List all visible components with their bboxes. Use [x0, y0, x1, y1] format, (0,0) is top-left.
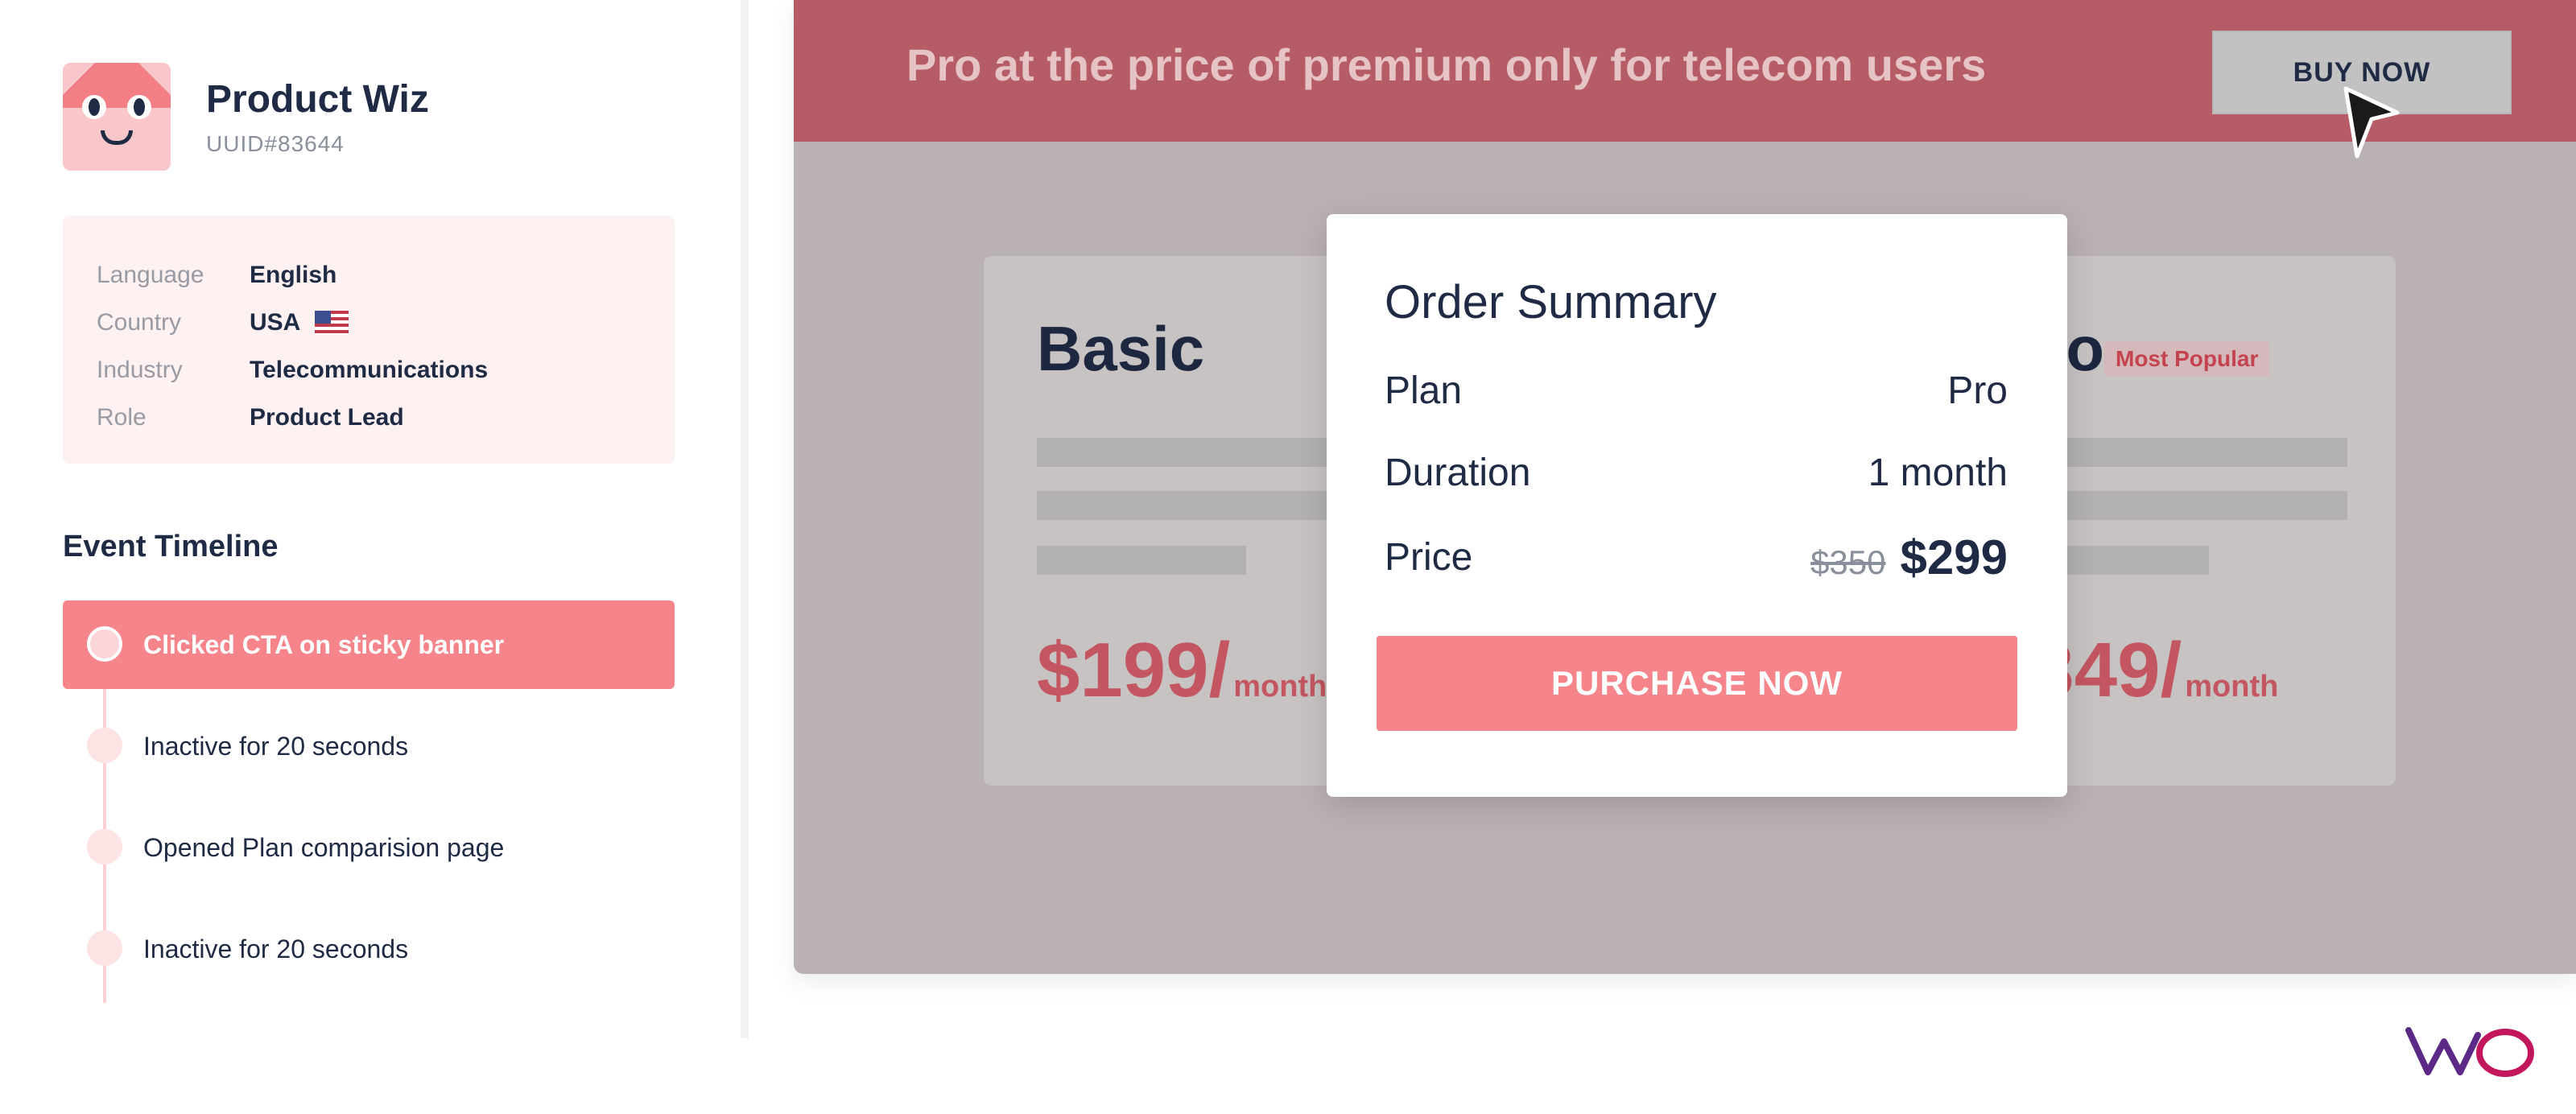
visitor-profile-panel: Product Wiz UUID#83644 Language English …	[0, 0, 741, 1038]
summary-row-price: Price $350 $299	[1385, 530, 2008, 585]
attribute-value: English	[250, 261, 337, 288]
attribute-value: Product Lead	[250, 403, 404, 431]
attribute-value: Telecommunications	[250, 356, 489, 383]
discounted-price: $299	[1900, 530, 2008, 584]
price-unit: month	[2185, 670, 2279, 703]
summary-label: Price	[1385, 536, 1473, 579]
cat-avatar-icon	[63, 63, 171, 171]
panel-divider	[741, 0, 749, 1038]
summary-value: Pro	[1947, 369, 2008, 412]
us-flag-icon	[315, 310, 349, 335]
timeline-event[interactable]: Inactive for 20 seconds	[63, 702, 675, 790]
original-price: $350	[1810, 543, 1886, 581]
attribute-value: USA	[250, 308, 301, 336]
sticky-banner: Pro at the price of premium only for tel…	[794, 0, 2576, 142]
summary-label: Duration	[1385, 452, 1531, 494]
timeline-dot-icon	[87, 728, 122, 763]
website-preview: Pro at the price of premium only for tel…	[794, 0, 2576, 974]
attribute-row-country: Country USA	[97, 299, 641, 346]
banner-text: Pro at the price of premium only for tel…	[906, 39, 1987, 90]
timeline-event-label: Opened Plan comparision page	[143, 832, 505, 862]
order-summary-modal: Order Summary Plan Pro Duration 1 month …	[1327, 214, 2067, 797]
timeline-event-active[interactable]: Clicked CTA on sticky banner	[63, 600, 675, 689]
most-popular-badge: Most Popular	[2104, 341, 2270, 377]
attribute-label: Language	[97, 261, 204, 288]
event-timeline: Clicked CTA on sticky banner Inactive fo…	[63, 600, 675, 1006]
timeline-dot-icon	[87, 829, 122, 864]
summary-label: Plan	[1385, 369, 1463, 412]
price-amount: $199/	[1037, 627, 1231, 713]
plan-title: Basic	[1037, 313, 1205, 384]
attribute-label: Country	[97, 308, 182, 336]
timeline-dot-icon	[87, 626, 122, 662]
summary-row-duration: Duration 1 month	[1385, 451, 2008, 495]
attribute-label: Role	[97, 403, 147, 431]
placeholder-bar	[1037, 546, 1246, 575]
timeline-dot-icon	[87, 930, 122, 966]
attribute-row-role: Role Product Lead	[97, 394, 641, 441]
mouse-cursor-icon	[2343, 86, 2400, 159]
summary-value: 1 month	[1868, 452, 2008, 494]
timeline-event[interactable]: Inactive for 20 seconds	[63, 905, 675, 993]
summary-row-plan: Plan Pro	[1385, 369, 2008, 413]
attribute-row-language: Language English	[97, 251, 641, 299]
visitor-attributes-card: Language English Country USA Industry Te…	[63, 216, 675, 464]
vwo-logo	[2405, 1027, 2534, 1077]
profile-uuid: UUID#83644	[206, 130, 345, 156]
timeline-event-label: Inactive for 20 seconds	[143, 934, 409, 963]
attribute-row-industry: Industry Telecommunications	[97, 346, 641, 394]
timeline-event-label: Clicked CTA on sticky banner	[143, 629, 505, 659]
price-unit: month	[1233, 670, 1327, 703]
modal-title: Order Summary	[1385, 276, 1717, 328]
plan-price: $199/ month	[1037, 626, 1327, 715]
timeline-event-label: Inactive for 20 seconds	[143, 731, 409, 761]
timeline-title: Event Timeline	[63, 530, 279, 563]
purchase-now-button[interactable]: PURCHASE NOW	[1377, 636, 2017, 731]
attribute-label: Industry	[97, 356, 183, 383]
profile-name: Product Wiz	[206, 77, 429, 121]
profile-header: Product Wiz UUID#83644	[63, 63, 429, 171]
timeline-event[interactable]: Opened Plan comparision page	[63, 803, 675, 892]
